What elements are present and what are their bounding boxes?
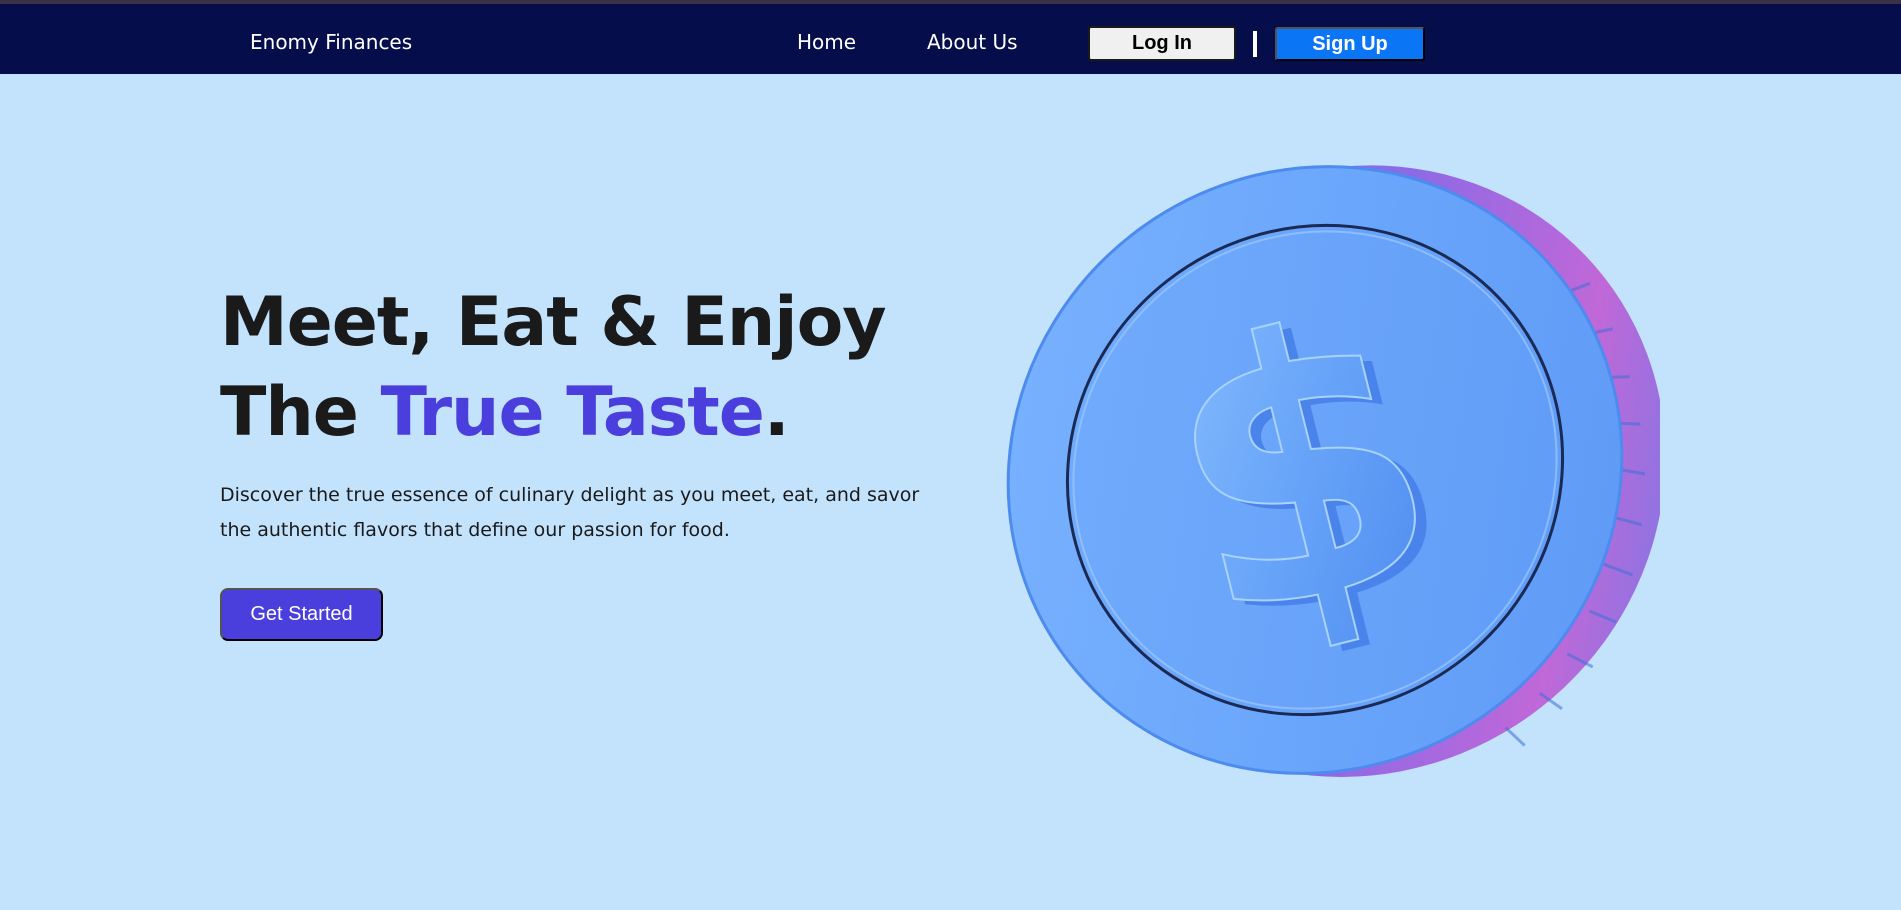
headline-line-2-prefix: The (220, 373, 381, 452)
hero-headline: Meet, Eat & Enjoy The True Taste. (220, 278, 887, 458)
nav-link-about-us[interactable]: About Us (927, 30, 1018, 54)
get-started-button[interactable]: Get Started (220, 588, 383, 641)
nav-separator (1253, 31, 1257, 57)
headline-line-1: Meet, Eat & Enjoy (220, 283, 887, 362)
hero-description: Discover the true essence of culinary de… (220, 484, 920, 541)
dollar-coin-icon: $ $ (1006, 165, 1660, 777)
navbar: Enomy Finances Home About Us Log In Sign… (0, 4, 1901, 74)
signup-button[interactable]: Sign Up (1275, 27, 1425, 61)
login-button[interactable]: Log In (1088, 26, 1236, 61)
headline-accent: True Taste (380, 373, 765, 452)
brand-name[interactable]: Enomy Finances (250, 30, 412, 54)
headline-line-2-suffix: . (763, 373, 790, 452)
nav-link-home[interactable]: Home (797, 30, 856, 54)
